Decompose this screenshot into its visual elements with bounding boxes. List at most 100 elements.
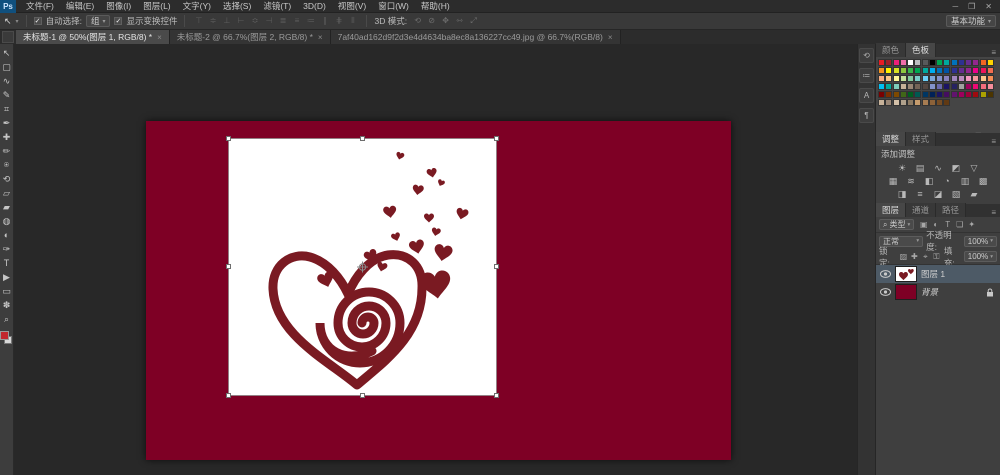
color-swatch[interactable] [958, 75, 965, 82]
menu-item-T[interactable]: 滤镜(T) [257, 0, 297, 13]
color-swatch[interactable] [958, 67, 965, 74]
color-swatch[interactable] [878, 67, 885, 74]
color-swatch[interactable] [987, 59, 994, 66]
color-swatch[interactable] [965, 91, 972, 98]
color-swatch[interactable] [980, 75, 987, 82]
filter-type-icon[interactable]: T [943, 220, 952, 229]
quick-selection-tool[interactable]: ✎ [0, 88, 13, 102]
color-swatch[interactable] [907, 83, 914, 90]
3d-drag-icon[interactable]: ✥ [439, 16, 452, 26]
layer-row-2[interactable]: 背景 [876, 283, 1000, 301]
layer-row-1[interactable]: 图层 1 [876, 265, 1000, 283]
selective-color-icon[interactable]: ▧ [949, 188, 963, 201]
healing-brush-tool[interactable]: ✚ [0, 130, 13, 144]
path-selection-tool[interactable]: ▶ [0, 270, 13, 284]
canvas-pasteboard[interactable] [14, 44, 857, 475]
align-vertical-centers[interactable]: ≑ [206, 16, 219, 26]
color-swatch[interactable] [914, 67, 921, 74]
distribute-left[interactable]: ∥ [318, 16, 331, 26]
close-tab-icon[interactable]: × [157, 33, 162, 42]
color-swatch[interactable] [943, 83, 950, 90]
adjustments-tab-调整[interactable]: 调整 [876, 132, 906, 146]
color-swatch[interactable] [922, 67, 929, 74]
color-swatch[interactable] [885, 83, 892, 90]
posterize-icon[interactable]: ≡ [913, 188, 927, 201]
color-swatch[interactable] [900, 59, 907, 66]
align-horizontal-centers[interactable]: ≎ [248, 16, 261, 26]
transform-layer[interactable] [229, 139, 496, 395]
color-swatch[interactable] [929, 59, 936, 66]
menu-item-S[interactable]: 选择(S) [217, 0, 257, 13]
color-lookup-icon[interactable]: ▩ [976, 175, 990, 188]
menu-item-W[interactable]: 窗口(W) [372, 0, 415, 13]
hue-saturation-icon[interactable]: ▦ [886, 175, 900, 188]
color-balance-icon[interactable]: ≋ [904, 175, 918, 188]
visibility-eye-icon[interactable] [880, 270, 891, 278]
show-transform-checkbox[interactable]: ✓ [114, 17, 122, 25]
panel-menu-icon[interactable]: ≡ [991, 48, 1000, 57]
lasso-tool[interactable]: ∿ [0, 74, 13, 88]
workspace-switcher[interactable]: 基本功能▾ [946, 15, 996, 27]
color-swatch[interactable] [980, 83, 987, 90]
brightness-contrast-icon[interactable]: ☀ [895, 162, 909, 175]
color-swatch[interactable] [900, 99, 907, 106]
color-swatch[interactable] [885, 91, 892, 98]
transform-handle-s[interactable] [360, 393, 365, 398]
close-tab-icon[interactable]: × [318, 33, 323, 42]
transform-handle-se[interactable] [494, 393, 499, 398]
filter-pixel-icon[interactable]: ▣ [919, 220, 928, 229]
color-swatch[interactable] [914, 83, 921, 90]
filter-adjustment-icon[interactable]: ◐ [931, 220, 940, 229]
color-swatch[interactable] [878, 83, 885, 90]
color-swatch[interactable] [972, 75, 979, 82]
color-swatch[interactable] [922, 83, 929, 90]
color-swatch[interactable] [936, 59, 943, 66]
exposure-icon[interactable]: ◩ [949, 162, 963, 175]
color-swatch[interactable] [936, 91, 943, 98]
menu-item-E[interactable]: 编辑(E) [60, 0, 100, 13]
color-swatch[interactable] [907, 99, 914, 106]
vibrance-icon[interactable]: ▽ [967, 162, 981, 175]
color-swatch[interactable] [878, 59, 885, 66]
color-swatch[interactable] [907, 67, 914, 74]
distribute-top[interactable]: ≣ [276, 16, 289, 26]
color-swatch[interactable] [900, 83, 907, 90]
color-swatch[interactable] [936, 83, 943, 90]
3d-scale-icon[interactable]: ⤢ [467, 16, 480, 26]
menu-item-L[interactable]: 图层(L) [137, 0, 176, 13]
transform-handle-w[interactable] [226, 264, 231, 269]
color-swatch[interactable] [943, 59, 950, 66]
color-swatch[interactable] [965, 67, 972, 74]
distribute-bottom[interactable]: ≔ [304, 16, 317, 26]
color-swatch[interactable] [922, 99, 929, 106]
layers-tab-路径[interactable]: 路径 [936, 203, 966, 217]
color-swatch[interactable] [943, 99, 950, 106]
color-swatch[interactable] [900, 75, 907, 82]
color-swatch[interactable] [878, 99, 885, 106]
color-swatch[interactable] [885, 99, 892, 106]
invert-icon[interactable]: ◨ [895, 188, 909, 201]
color-swatch[interactable] [878, 75, 885, 82]
eraser-tool[interactable]: ▱ [0, 186, 13, 200]
filter-smartobject-icon[interactable]: ✦ [967, 220, 976, 229]
3d-slide-icon[interactable]: ⇿ [453, 16, 466, 26]
color-swatch[interactable] [893, 83, 900, 90]
properties-panel-icon[interactable]: ≔ [859, 68, 874, 83]
color-swatch[interactable] [893, 67, 900, 74]
color-swatch[interactable] [972, 91, 979, 98]
swatches-tab-色板[interactable]: 色板 [906, 43, 936, 57]
color-swatch[interactable] [893, 99, 900, 106]
color-swatch[interactable] [987, 67, 994, 74]
panel-menu-icon[interactable]: ≡ [991, 137, 1000, 146]
color-swatch[interactable] [936, 67, 943, 74]
align-right-edges[interactable]: ⊣ [262, 16, 275, 26]
color-swatch[interactable] [893, 59, 900, 66]
adjustments-tab-样式[interactable]: 样式 [906, 132, 936, 146]
crop-tool[interactable]: ⌗ [0, 102, 13, 116]
color-swatch[interactable] [907, 91, 914, 98]
opacity-dropdown[interactable]: 100% ▾ [964, 236, 997, 247]
filter-shape-icon[interactable]: ❏ [955, 220, 964, 229]
document-tab-2[interactable]: 未标题-2 @ 66.7%(图层 2, RGB/8) *× [170, 30, 331, 44]
color-swatch[interactable] [878, 91, 885, 98]
blur-tool[interactable]: ◍ [0, 214, 13, 228]
